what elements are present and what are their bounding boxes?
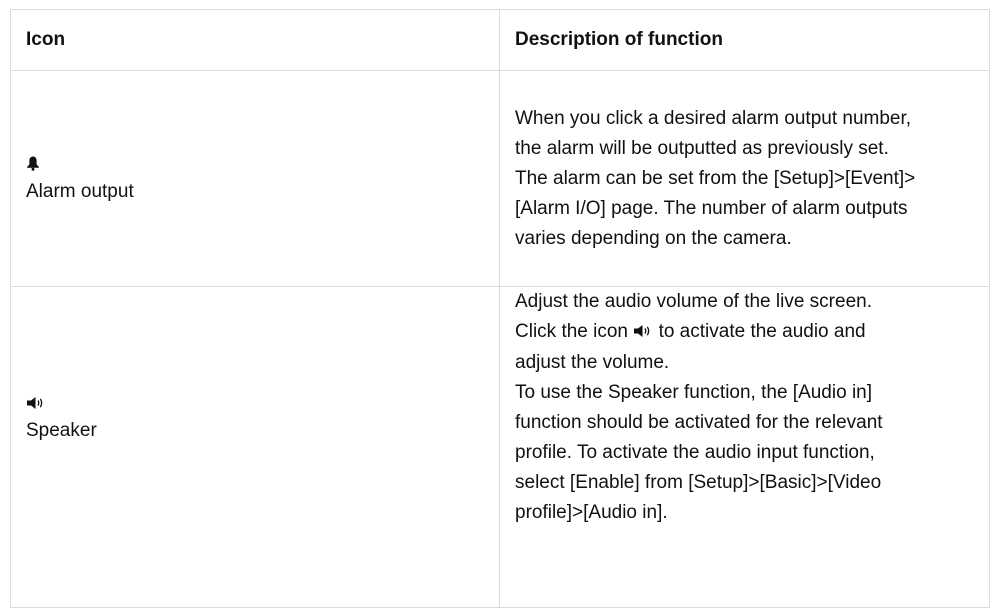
desc-line: varies depending on the camera.	[515, 227, 792, 249]
header-description: Description of function	[499, 9, 990, 71]
table-row: Alarm output When you click a desired al…	[10, 70, 990, 287]
speaker-icon	[26, 394, 499, 416]
desc-text: to activate the audio and	[658, 321, 866, 342]
header-icon: Icon	[10, 9, 500, 71]
speaker-description: Adjust the audio volume of the live scre…	[499, 286, 990, 608]
speaker-icon-cell: Speaker	[10, 286, 500, 608]
desc-line: profile. To activate the audio input fun…	[515, 442, 875, 463]
desc-line: adjust the volume.	[515, 352, 670, 373]
desc-line: Adjust the audio volume of the live scre…	[515, 291, 872, 312]
desc-line: profile]>[Audio in].	[515, 502, 668, 523]
speaker-label: Speaker	[26, 420, 97, 441]
desc-line: function should be activated for the rel…	[515, 412, 883, 433]
bell-icon	[26, 155, 499, 177]
alarm-output-label: Alarm output	[26, 181, 134, 202]
desc-line: To use the Speaker function, the [Audio …	[515, 382, 873, 403]
desc-line: When you click a desired alarm output nu…	[515, 107, 912, 129]
table-header-row: Icon Description of function	[10, 9, 990, 71]
desc-line: the alarm will be outputted as previousl…	[515, 137, 889, 159]
desc-line: select [Enable] from [Setup]>[Basic]>[Vi…	[515, 472, 882, 493]
table-row: Speaker Adjust the audio volume of the l…	[10, 286, 990, 608]
desc-line: Click the icon to activate the audio and	[515, 317, 975, 348]
function-table: Icon Description of function Alarm outpu…	[10, 9, 990, 608]
desc-line: The alarm can be set from the [Setup]>[E…	[515, 167, 916, 189]
desc-text: Click the icon	[515, 321, 628, 342]
alarm-icon-cell: Alarm output	[10, 70, 500, 287]
alarm-description: When you click a desired alarm output nu…	[499, 70, 990, 287]
speaker-inline-icon	[633, 318, 653, 348]
desc-line: [Alarm I/O] page. The number of alarm ou…	[515, 197, 908, 219]
